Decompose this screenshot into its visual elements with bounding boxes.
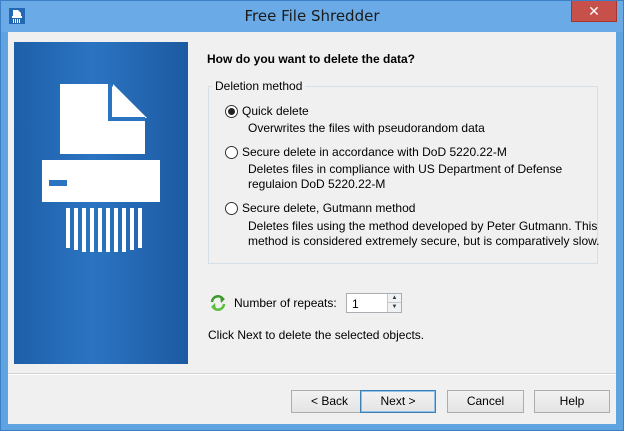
title-bar[interactable]: Free File Shredder ✕ bbox=[1, 1, 623, 32]
cancel-button[interactable]: Cancel bbox=[447, 390, 524, 413]
description-line: method is considered extremely secure, b… bbox=[248, 234, 600, 248]
repeats-value[interactable]: 1 bbox=[352, 297, 359, 311]
option-quick-delete[interactable]: Quick delete bbox=[225, 104, 309, 118]
description-line: Deletes files in compliance with US Depa… bbox=[248, 162, 563, 176]
option-label[interactable]: Secure delete, Gutmann method bbox=[242, 201, 415, 215]
divider bbox=[8, 373, 616, 375]
option-label[interactable]: Secure delete in accordance with DoD 522… bbox=[242, 145, 507, 159]
description-line: Deletes files using the method developed… bbox=[248, 219, 598, 233]
option-gutmann-delete[interactable]: Secure delete, Gutmann method bbox=[225, 201, 415, 215]
app-window: Free File Shredder ✕ How do you want to … bbox=[0, 0, 624, 431]
page-heading: How do you want to delete the data? bbox=[207, 52, 416, 66]
hint-text: Click Next to delete the selected object… bbox=[208, 328, 425, 342]
repeats-stepper[interactable]: 1 ▲ ▼ bbox=[346, 293, 402, 313]
repeat-arrows-icon bbox=[210, 295, 226, 311]
repeats-label: Number of repeats: bbox=[234, 296, 337, 310]
option-description: Deletes files in compliance with US Depa… bbox=[248, 162, 562, 192]
option-label[interactable]: Quick delete bbox=[242, 104, 309, 118]
help-button[interactable]: Help bbox=[534, 390, 610, 413]
close-button[interactable]: ✕ bbox=[571, 1, 617, 22]
shredder-illustration bbox=[14, 42, 188, 364]
description-line: Overwrites the files with pseudorandom d… bbox=[248, 121, 485, 135]
radio-quick-delete[interactable] bbox=[225, 104, 238, 118]
option-description: Deletes files using the method developed… bbox=[248, 219, 600, 249]
description-line: regulaion DoD 5220.22-M bbox=[248, 177, 386, 191]
spin-down-icon[interactable]: ▼ bbox=[387, 303, 401, 312]
spin-up-icon[interactable]: ▲ bbox=[387, 294, 401, 303]
option-description: Overwrites the files with pseudorandom d… bbox=[248, 121, 485, 136]
option-dod-delete[interactable]: Secure delete in accordance with DoD 522… bbox=[225, 145, 507, 159]
radio-gutmann-delete[interactable] bbox=[225, 201, 238, 215]
close-icon: ✕ bbox=[588, 3, 600, 19]
window-title: Free File Shredder bbox=[244, 7, 380, 25]
radio-dod-delete[interactable] bbox=[225, 145, 238, 159]
group-label: Deletion method bbox=[212, 79, 306, 93]
next-button[interactable]: Next > bbox=[360, 390, 436, 413]
wizard-panel: How do you want to delete the data? Dele… bbox=[8, 32, 616, 424]
back-button[interactable]: < Back bbox=[291, 390, 368, 413]
